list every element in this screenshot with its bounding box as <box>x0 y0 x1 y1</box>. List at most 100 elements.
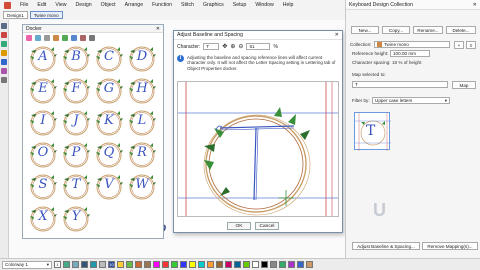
digitize-tool-icon[interactable] <box>1 59 7 65</box>
needle-swatch[interactable]: 10 <box>108 261 115 268</box>
swatch[interactable] <box>135 261 142 268</box>
swatch[interactable] <box>126 261 133 268</box>
settings-icon[interactable] <box>89 34 95 41</box>
letter-wreath-a[interactable]: A <box>29 45 57 73</box>
delete-collection-button[interactable]: Delete... <box>446 26 476 34</box>
letter-wreath-r[interactable]: R <box>128 141 156 169</box>
cancel-button[interactable]: Cancel <box>255 222 279 230</box>
letter-wreath-v[interactable]: V <box>95 173 123 201</box>
swatch[interactable] <box>63 261 70 268</box>
swatch[interactable] <box>180 261 187 268</box>
pan-icon[interactable]: ✥ <box>222 43 227 50</box>
swatch[interactable] <box>144 261 151 268</box>
glyph-thumbnail-selected[interactable]: T <box>354 112 391 151</box>
sequence-icon[interactable] <box>71 34 77 41</box>
swatch[interactable] <box>189 261 196 268</box>
letter-wreath-l[interactable]: L <box>128 109 156 137</box>
zoom-tool-icon[interactable] <box>1 77 7 83</box>
color-icon[interactable] <box>26 34 32 41</box>
zoom-in-icon[interactable]: ⊕ <box>230 43 235 50</box>
swatch[interactable] <box>81 261 88 268</box>
letter-wreath-p[interactable]: P <box>62 141 90 169</box>
swatch-1[interactable]: 1 <box>54 261 61 268</box>
rename-collection-button[interactable]: Rename... <box>413 26 443 34</box>
reshape-tool-icon[interactable] <box>1 41 7 47</box>
copy-collection-button[interactable]: Copy... <box>382 26 410 34</box>
swatch[interactable] <box>72 261 79 268</box>
tab-twine-mono[interactable]: Twine mono <box>29 11 63 19</box>
new-collection-button[interactable]: New... <box>351 26 379 34</box>
swatch[interactable] <box>252 261 259 268</box>
close-icon[interactable]: ✕ <box>156 26 160 32</box>
shape-tool-icon[interactable] <box>1 32 7 38</box>
menu-object[interactable]: Object <box>101 2 116 8</box>
close-icon[interactable]: ✕ <box>335 32 339 38</box>
letter-wreath-w[interactable]: W <box>128 173 156 201</box>
menu-window[interactable]: Window <box>255 2 273 8</box>
map-button[interactable]: Map <box>452 81 476 89</box>
zoom-select[interactable]: 51 <box>246 43 271 50</box>
swatch[interactable] <box>153 261 160 268</box>
collection-select[interactable]: Twine mono <box>374 41 450 48</box>
swatch[interactable] <box>117 261 124 268</box>
select-tool-icon[interactable] <box>1 23 7 29</box>
swatch[interactable] <box>198 261 205 268</box>
add-icon[interactable]: + <box>454 41 464 49</box>
colorway-select[interactable]: Colorway 1 ▾ <box>2 260 52 269</box>
filter-select[interactable]: Upper case letters ▾ <box>372 97 450 104</box>
swatch[interactable] <box>288 261 295 268</box>
origin-marker[interactable] <box>278 190 294 206</box>
zoom-out-icon[interactable]: ⊖ <box>238 43 243 50</box>
letter-wreath-k[interactable]: K <box>95 109 123 137</box>
swatch[interactable] <box>99 261 106 268</box>
grid-icon[interactable] <box>62 34 68 41</box>
swatch[interactable] <box>207 261 214 268</box>
swatch[interactable] <box>297 261 304 268</box>
character-input[interactable]: T <box>203 43 220 50</box>
letter-wreath-f[interactable]: F <box>62 77 90 105</box>
properties-icon[interactable] <box>53 34 59 41</box>
tab-design1[interactable]: Design1 <box>3 11 28 19</box>
swatch[interactable] <box>90 261 97 268</box>
map-input[interactable]: T <box>352 81 448 88</box>
list-icon[interactable]: ≡ <box>466 41 476 49</box>
library-icon[interactable] <box>80 34 86 41</box>
menu-stitch[interactable]: Stitch <box>181 2 194 8</box>
letter-wreath-x[interactable]: X <box>29 205 57 233</box>
outline-icon[interactable] <box>44 34 50 41</box>
menu-help[interactable]: Help <box>283 2 294 8</box>
swatch[interactable] <box>261 261 268 268</box>
lettering-tool-icon[interactable] <box>1 50 7 56</box>
swatch[interactable] <box>234 261 241 268</box>
swatch[interactable] <box>279 261 286 268</box>
menu-setup[interactable]: Setup <box>233 2 247 8</box>
swatch[interactable] <box>243 261 250 268</box>
swatch[interactable] <box>216 261 223 268</box>
letter-wreath-h[interactable]: H <box>128 77 156 105</box>
letter-wreath-c[interactable]: C <box>95 45 123 73</box>
letter-wreath-d[interactable]: D <box>128 45 156 73</box>
next-glyph-letter[interactable]: U <box>373 200 386 221</box>
menu-graphics[interactable]: Graphics <box>203 2 224 8</box>
letter-wreath-y[interactable]: Y <box>62 205 90 233</box>
menu-arrange[interactable]: Arrange <box>125 2 143 8</box>
letter-wreath-g[interactable]: G <box>95 77 123 105</box>
reference-height-field[interactable]: 100.00 mm <box>390 50 430 57</box>
letter-wreath-b[interactable]: B <box>62 45 90 73</box>
letter-wreath-o[interactable]: O <box>29 141 57 169</box>
letter-wreath-e[interactable]: E <box>29 77 57 105</box>
ok-button[interactable]: OK <box>227 222 251 230</box>
stitch-tool-icon[interactable] <box>1 68 7 74</box>
menu-edit[interactable]: Edit <box>37 2 46 8</box>
character-preview[interactable] <box>177 81 339 217</box>
remove-mapping-button[interactable]: Remove Mapping(s)... <box>422 242 478 250</box>
swatch[interactable] <box>270 261 277 268</box>
letter-wreath-j[interactable]: J <box>62 109 90 137</box>
swatch[interactable] <box>162 261 169 268</box>
swatch[interactable] <box>171 261 178 268</box>
fill-icon[interactable] <box>35 34 41 41</box>
adjust-baseline-button[interactable]: Adjust Baseline & Spacing... <box>352 242 420 250</box>
letter-wreath-q[interactable]: Q <box>95 141 123 169</box>
letter-wreath-t[interactable]: T <box>62 173 90 201</box>
letter-wreath-s[interactable]: S <box>29 173 57 201</box>
